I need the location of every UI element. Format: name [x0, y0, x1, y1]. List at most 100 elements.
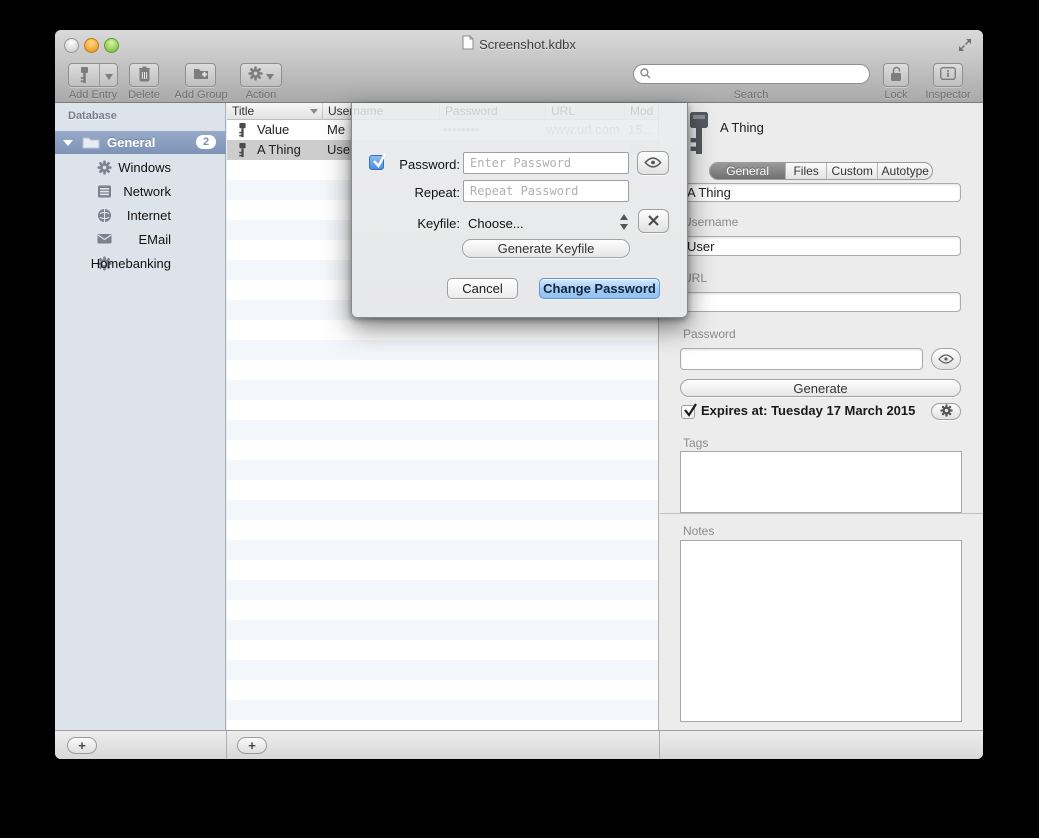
delete-button[interactable]	[129, 63, 159, 87]
password-field[interactable]	[680, 348, 923, 370]
info-icon	[940, 67, 956, 83]
search-icon	[640, 67, 651, 82]
eye-icon	[938, 352, 954, 367]
folder-plus-icon	[193, 67, 209, 83]
password-label: Password	[683, 327, 736, 341]
entry-title: A Thing	[257, 140, 319, 160]
username-label: Username	[683, 215, 738, 229]
checkmark-icon	[682, 402, 700, 418]
document-icon	[462, 35, 474, 53]
keyfile-popup[interactable]: Choose...	[468, 216, 524, 231]
sidebar-item-windows[interactable]: Windows	[55, 155, 226, 179]
key-icon	[687, 111, 711, 158]
show-password-button[interactable]	[637, 151, 669, 175]
inspector-button[interactable]	[933, 63, 963, 87]
new-password-input[interactable]	[463, 152, 629, 174]
username-field[interactable]	[680, 236, 961, 256]
chevron-down-icon	[100, 68, 117, 83]
close-icon	[648, 214, 659, 229]
generate-password-button[interactable]: Generate	[680, 379, 961, 397]
repeat-password-input[interactable]	[463, 180, 629, 202]
notes-input[interactable]	[680, 540, 962, 722]
add-group-label: Add Group	[172, 89, 230, 101]
sheet-keyfile-label: Keyfile:	[352, 216, 460, 231]
sort-descending-icon	[310, 109, 318, 114]
search-field[interactable]	[633, 64, 870, 84]
entry-title: Value	[257, 120, 319, 140]
delete-label: Delete	[116, 89, 172, 101]
sidebar-item-label: Network	[63, 184, 171, 199]
key-icon	[69, 67, 99, 84]
lock-button[interactable]	[883, 63, 909, 87]
chevron-down-icon	[266, 68, 274, 83]
divider	[226, 731, 227, 759]
group-count-badge: 2	[196, 135, 216, 149]
divider	[659, 731, 660, 759]
key-icon	[237, 143, 248, 158]
window-title-area: Screenshot.kdbx	[55, 30, 983, 58]
sidebar-item-internet[interactable]: Internet	[55, 203, 226, 227]
change-password-button[interactable]: Change Password	[539, 278, 660, 299]
expire-settings-button[interactable]	[931, 403, 961, 420]
expires-checkbox[interactable]	[681, 405, 695, 419]
sidebar-item-label: Homebanking	[63, 256, 171, 271]
sidebar-group-label: General	[107, 135, 155, 150]
inspector-panel: A Thing General Files Custom Autotype Us…	[660, 103, 983, 730]
sidebar: Database General 2 Windows	[55, 103, 226, 730]
add-entry-button[interactable]	[68, 63, 118, 87]
tags-label: Tags	[683, 436, 708, 450]
sheet-repeat-label: Repeat:	[352, 185, 460, 200]
sidebar-header: Database	[68, 110, 117, 122]
app-window: Screenshot.kdbx	[55, 30, 983, 759]
sidebar-item-email[interactable]: EMail	[55, 227, 226, 251]
notes-label: Notes	[683, 524, 714, 538]
sidebar-item-label: EMail	[63, 232, 171, 247]
search-input[interactable]	[655, 65, 869, 83]
sheet-password-label: Password:	[352, 157, 460, 172]
reveal-password-button[interactable]	[931, 348, 961, 370]
folder-icon	[82, 136, 100, 149]
fullscreen-icon[interactable]	[956, 36, 974, 54]
tab-files[interactable]: Files	[786, 163, 827, 179]
sidebar-item-label: Internet	[63, 208, 171, 223]
add-entry-plus-button[interactable]: +	[237, 737, 267, 754]
stepper-arrows-icon[interactable]	[619, 213, 629, 234]
search-label: Search	[721, 89, 781, 101]
tab-general[interactable]: General	[710, 163, 786, 179]
gear-icon	[248, 66, 263, 84]
toolbar: Add Entry Delete Add Group Action Search…	[55, 58, 983, 103]
change-password-sheet: Password: Repeat: Keyfile: Choose... Gen…	[351, 103, 688, 318]
sidebar-item-homebanking[interactable]: Homebanking	[55, 251, 226, 275]
generate-keyfile-button[interactable]: Generate Keyfile	[462, 239, 630, 258]
add-group-button[interactable]	[185, 63, 216, 87]
add-group-plus-button[interactable]: +	[67, 737, 97, 754]
gear-icon	[940, 404, 953, 420]
title-field[interactable]	[680, 183, 961, 202]
bottom-bar: + +	[55, 730, 983, 759]
trash-icon	[138, 66, 151, 85]
tags-input[interactable]	[680, 451, 962, 513]
section-divider	[660, 513, 983, 514]
expires-label: Expires at: Tuesday 17 March 2015	[701, 403, 915, 418]
inspector-label: Inspector	[918, 89, 978, 101]
action-label: Action	[233, 89, 289, 101]
cancel-button[interactable]: Cancel	[447, 278, 518, 299]
sidebar-item-label: Windows	[63, 160, 171, 175]
inspector-tabs: General Files Custom Autotype	[709, 162, 933, 180]
sidebar-item-network[interactable]: Network	[55, 179, 226, 203]
tab-autotype[interactable]: Autotype	[878, 163, 932, 179]
action-button[interactable]	[240, 63, 282, 87]
sidebar-group-general[interactable]: General 2	[55, 131, 226, 154]
title-bar[interactable]: Screenshot.kdbx	[55, 30, 983, 58]
lock-open-icon	[889, 66, 903, 85]
window-title: Screenshot.kdbx	[479, 37, 576, 52]
key-icon	[237, 123, 248, 138]
inspector-entry-title: A Thing	[720, 120, 764, 135]
clear-keyfile-button[interactable]	[638, 209, 669, 233]
disclosure-triangle-icon[interactable]	[63, 140, 73, 146]
eye-icon	[644, 156, 662, 171]
column-header-title[interactable]: Title	[227, 103, 323, 119]
tab-custom[interactable]: Custom	[827, 163, 879, 179]
url-field[interactable]	[680, 292, 961, 312]
screen: Screenshot.kdbx	[0, 0, 1039, 838]
